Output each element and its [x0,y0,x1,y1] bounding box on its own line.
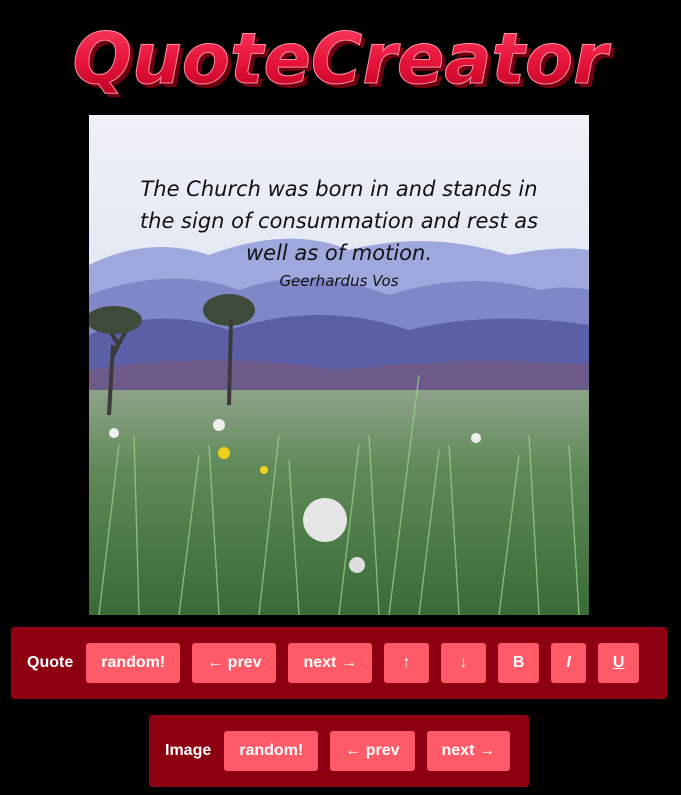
image-controls-panel: Image random! ← prev next → [149,715,529,787]
bold-button[interactable]: B [497,643,540,683]
move-down-button[interactable]: ↓ [440,643,486,683]
italic-button[interactable]: I [551,643,586,683]
logo-text: QuoteCreator [72,18,612,100]
image-controls-label: Image [165,742,212,759]
underline-button[interactable]: U [597,643,640,683]
quote-image: The Church was born in and stands in the… [89,115,589,615]
image-next-button[interactable]: next → [426,731,510,771]
quote-next-button[interactable]: next → [288,643,372,683]
quote-controls-panel: Quote random! ← prev next → ↑ ↓ B I U [11,627,667,699]
image-random-button[interactable]: random! [224,731,319,771]
app-logo: QuoteCreator QuoteCreator [72,18,616,105]
quote-prev-button[interactable]: ← prev [192,643,277,683]
image-prev-button[interactable]: ← prev [330,731,415,771]
quote-text: The Church was born in and stands in the… [139,177,539,265]
move-up-button[interactable]: ↑ [383,643,429,683]
quote-random-button[interactable]: random! [86,643,181,683]
quote-controls-label: Quote [27,654,74,671]
quote-author: Geerhardus Vos [279,272,399,290]
